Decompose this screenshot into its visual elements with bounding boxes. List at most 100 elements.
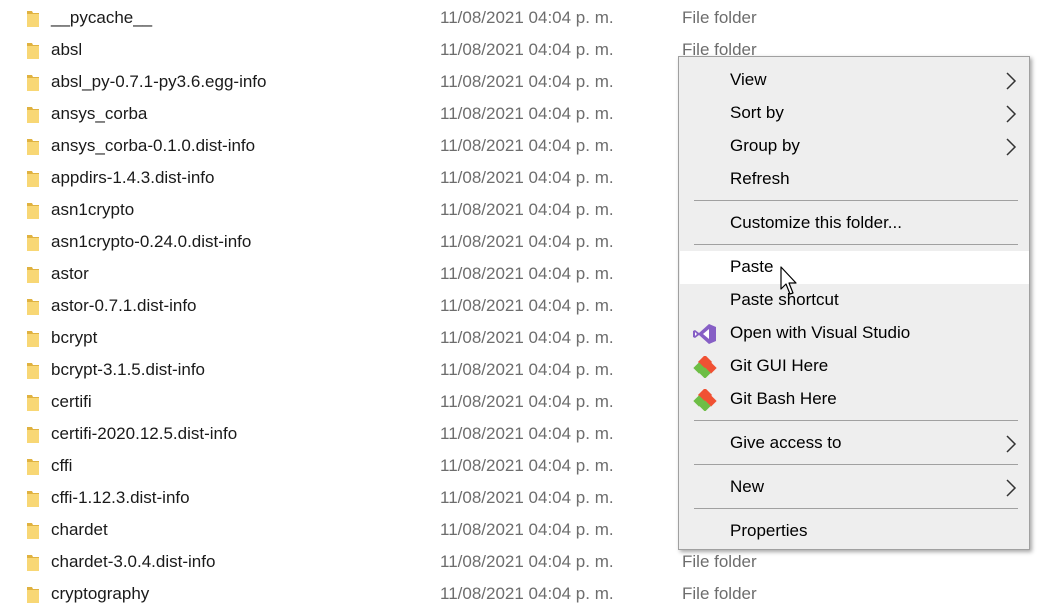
folder-icon [26,265,40,284]
chevron-right-icon [1006,105,1017,123]
menu-item-group-by-label: Group by [730,136,800,155]
file-name: chardet-3.0.4.dist-info [51,552,216,571]
menu-item-paste-label: Paste [730,257,774,276]
file-row[interactable]: __pycache__ 11/08/2021 04:04 p. m. File fo… [0,3,1050,35]
folder-icon [26,105,40,124]
file-name: astor [51,264,89,283]
file-name: ansys_corba [51,104,148,123]
chevron-right-icon [1006,138,1017,156]
file-name: appdirs-1.4.3.dist-info [51,168,215,187]
date-modified: 11/08/2021 04:04 p. m. [440,296,614,315]
folder-icon [26,585,40,604]
date-modified: 11/08/2021 04:04 p. m. [440,584,614,603]
date-modified: 11/08/2021 04:04 p. m. [440,552,614,571]
menu-item-customize-folder-label: Customize this folder... [730,213,902,232]
folder-icon [26,201,40,220]
menu-item-paste-shortcut[interactable]: Paste shortcut [680,284,1029,317]
menu-item-git-bash-here[interactable]: Git Bash Here [680,383,1029,416]
menu-separator [694,244,1018,245]
date-modified: 11/08/2021 04:04 p. m. [440,200,614,219]
menu-item-new-label: New [730,477,765,496]
folder-icon [26,137,40,156]
menu-separator [694,508,1018,509]
date-modified: 11/08/2021 04:04 p. m. [440,520,614,539]
date-modified: 11/08/2021 04:04 p. m. [440,360,614,379]
file-row[interactable]: chardet-3.0.4.dist-info 11/08/2021 04:04 … [0,547,1050,579]
file-name: ansys_corba-0.1.0.dist-info [51,136,256,155]
file-name: astor-0.7.1.dist-info [51,296,197,315]
menu-item-refresh-label: Refresh [730,169,790,188]
file-type: File folder [682,584,757,603]
menu-item-git-bash-here-label: Git Bash Here [730,389,837,408]
menu-item-sort-by-label: Sort by [730,103,784,122]
menu-item-customize-folder[interactable]: Customize this folder... [680,207,1029,240]
file-name: absl [51,40,83,59]
menu-item-paste[interactable]: Paste [680,251,1029,284]
menu-item-git-gui-here[interactable]: Git GUI Here [680,350,1029,383]
file-name: cryptography [51,584,150,603]
file-name: certifi [51,392,92,411]
folder-icon [26,393,40,412]
visual-studio-icon [693,324,716,344]
date-modified: 11/08/2021 04:04 p. m. [440,392,614,411]
menu-item-new[interactable]: New [680,471,1029,504]
menu-item-sort-by[interactable]: Sort by [680,97,1029,130]
file-explorer-view: __pycache__ 11/08/2021 04:04 p. m. File fo… [0,0,1050,613]
menu-item-git-gui-here-label: Git GUI Here [730,356,829,375]
folder-icon [26,553,40,572]
menu-item-group-by[interactable]: Group by [680,130,1029,163]
file-name: bcrypt [51,328,98,347]
file-name: __pycache__ [51,8,153,27]
date-modified: 11/08/2021 04:04 p. m. [440,168,614,187]
date-modified: 11/08/2021 04:04 p. m. [440,40,614,59]
chevron-right-icon [1006,479,1017,497]
folder-icon [26,9,40,28]
file-name: cffi-1.12.3.dist-info [51,488,190,507]
folder-icon [26,233,40,252]
git-icon [693,356,717,378]
menu-item-give-access-to[interactable]: Give access to [680,427,1029,460]
date-modified: 11/08/2021 04:04 p. m. [440,328,614,347]
folder-icon [26,489,40,508]
folder-icon [26,361,40,380]
menu-item-refresh[interactable]: Refresh [680,163,1029,196]
menu-item-give-access-to-label: Give access to [730,433,842,452]
folder-icon [26,169,40,188]
context-menu: View Sort by Group by Refresh Customize … [678,56,1030,550]
chevron-right-icon [1006,72,1017,90]
menu-separator [694,200,1018,201]
date-modified: 11/08/2021 04:04 p. m. [440,264,614,283]
file-name: asn1crypto-0.24.0.dist-info [51,232,252,251]
file-name: absl_py-0.7.1-py3.6.egg-info [51,72,267,91]
date-modified: 11/08/2021 04:04 p. m. [440,8,614,27]
folder-icon [26,297,40,316]
menu-item-view[interactable]: View [680,64,1029,97]
menu-item-properties[interactable]: Properties [680,515,1029,548]
date-modified: 11/08/2021 04:04 p. m. [440,456,614,475]
date-modified: 11/08/2021 04:04 p. m. [440,136,614,155]
file-name: chardet [51,520,108,539]
menu-item-open-with-visual-studio[interactable]: Open with Visual Studio [680,317,1029,350]
date-modified: 11/08/2021 04:04 p. m. [440,104,614,123]
folder-icon [26,329,40,348]
file-row[interactable]: cryptography 11/08/2021 04:04 p. m. File f… [0,579,1050,611]
folder-icon [26,73,40,92]
file-name: certifi-2020.12.5.dist-info [51,424,238,443]
menu-item-properties-label: Properties [730,521,808,540]
folder-icon [26,41,40,60]
date-modified: 11/08/2021 04:04 p. m. [440,72,614,91]
menu-item-view-label: View [730,70,767,89]
menu-separator [694,464,1018,465]
date-modified: 11/08/2021 04:04 p. m. [440,488,614,507]
menu-item-open-with-visual-studio-label: Open with Visual Studio [730,323,911,342]
git-icon [693,389,717,411]
file-name: asn1crypto [51,200,135,219]
file-name: bcrypt-3.1.5.dist-info [51,360,206,379]
mouse-pointer-icon [780,266,797,295]
folder-icon [26,457,40,476]
date-modified: 11/08/2021 04:04 p. m. [440,424,614,443]
folder-icon [26,521,40,540]
menu-separator [694,420,1018,421]
folder-icon [26,425,40,444]
date-modified: 11/08/2021 04:04 p. m. [440,232,614,251]
